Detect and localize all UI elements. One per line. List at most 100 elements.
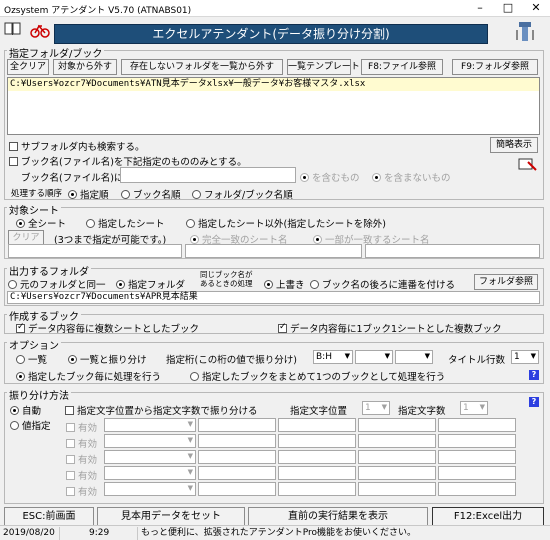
book-name-filter-checkbox[interactable]: ブック名(ファイル名)を下記指定のもののみとする。 (9, 154, 247, 168)
radio-dot[interactable] (121, 190, 130, 199)
minimize-button[interactable]: – (470, 0, 490, 16)
output-folder-path[interactable]: C:¥Users¥ozcr7¥Documents¥APR見本結果 (7, 291, 540, 304)
specified-folder-radio[interactable]: 指定フォルダ (116, 277, 185, 291)
method-value-input[interactable] (198, 418, 276, 432)
key-column-select[interactable]: B:H ▼ (313, 350, 353, 364)
same-as-source-radio[interactable]: 元のフォルダと同一 (8, 277, 106, 291)
sheet-name-input-1[interactable] (8, 244, 182, 258)
set-sample-data-button[interactable]: 見本用データをセット (97, 507, 245, 526)
order-specified-radio[interactable]: 指定順 (68, 187, 109, 201)
radio-dot[interactable] (16, 372, 25, 381)
method-value-input[interactable] (278, 482, 356, 496)
method-value-input[interactable] (438, 450, 516, 464)
include-subfolders-checkbox[interactable]: サブフォルダ内も検索する。 (9, 139, 145, 153)
f12-excel-output-button[interactable]: F12:Excel出力 (432, 507, 544, 526)
radio-dot[interactable] (190, 235, 199, 244)
method-row-select[interactable]: ▼ (104, 466, 196, 480)
method-value-input[interactable] (438, 434, 516, 448)
sheet-name-input-3[interactable] (365, 244, 540, 258)
enabled-checkbox[interactable]: 有効 (66, 420, 97, 434)
per-book-radio[interactable]: 指定したブック毎に処理を行う (16, 369, 161, 383)
eraser-icon[interactable] (516, 155, 538, 173)
enabled-checkbox[interactable]: 有効 (66, 436, 97, 450)
append-serial-radio[interactable]: ブック名の後ろに連番を付ける (310, 277, 455, 291)
method-value-input[interactable] (438, 482, 516, 496)
checkbox-box[interactable] (66, 455, 75, 464)
method-value-input[interactable] (198, 450, 276, 464)
overwrite-radio[interactable]: 上書き (264, 277, 305, 291)
not-contains-radio[interactable]: を含まないもの (372, 170, 451, 184)
method-help-icon[interactable]: ? (529, 397, 539, 407)
radio-dot[interactable] (313, 235, 322, 244)
radio-dot[interactable] (16, 219, 25, 228)
method-row-select[interactable]: ▼ (104, 434, 196, 448)
checkbox-box[interactable] (66, 423, 75, 432)
options-help-icon[interactable]: ? (529, 370, 539, 380)
method-value-input[interactable] (198, 482, 276, 496)
char-pos-select[interactable]: 1 ▼ (362, 401, 390, 415)
radio-dot[interactable] (8, 280, 17, 289)
esc-back-button[interactable]: ESC:前画面 (4, 507, 94, 526)
remove-missing-folders-button[interactable]: 存在しないフォルダを一覧から外す (121, 59, 283, 75)
remove-target-button[interactable]: 対象から外す (53, 59, 117, 75)
radio-dot[interactable] (68, 355, 77, 364)
method-value-input[interactable] (198, 466, 276, 480)
checkbox-box[interactable] (9, 157, 18, 166)
radio-dot[interactable] (300, 173, 309, 182)
book-icon[interactable] (4, 21, 22, 37)
simple-display-button[interactable]: 簡略表示 (490, 137, 538, 153)
one-sheet-checkbox[interactable]: データ内容毎に1ブック1シートとした複数ブック (278, 321, 502, 335)
method-value-input[interactable] (438, 466, 516, 480)
method-value-input[interactable] (358, 466, 436, 480)
method-value-input[interactable] (438, 418, 516, 432)
method-value-input[interactable] (278, 450, 356, 464)
radio-dot[interactable] (16, 355, 25, 364)
radio-dot[interactable] (116, 280, 125, 289)
all-sheets-radio[interactable]: 全シート (16, 216, 66, 230)
checkbox-box[interactable] (16, 322, 25, 333)
checkbox-box[interactable] (9, 142, 18, 151)
folder-book-list[interactable]: C:¥Users¥ozcr7¥Documents¥ATN見本データxlsx¥一般… (7, 77, 540, 135)
method-row-select[interactable]: ▼ (104, 418, 196, 432)
key-column-select-3[interactable]: ▼ (395, 350, 433, 364)
radio-dot[interactable] (372, 173, 381, 182)
order-book-radio[interactable]: ブック名順 (121, 187, 181, 201)
enabled-checkbox[interactable]: 有効 (66, 452, 97, 466)
order-folder-radio[interactable]: フォルダ/ブック名順 (192, 187, 293, 201)
enabled-checkbox[interactable]: 有効 (66, 468, 97, 482)
folder-book-list-row[interactable]: C:¥Users¥ozcr7¥Documents¥ATN見本データxlsx¥一般… (8, 78, 539, 91)
sheet-name-input-2[interactable] (185, 244, 362, 258)
book-name-input[interactable] (120, 167, 296, 183)
multi-sheet-checkbox[interactable]: データ内容毎に複数シートとしたブック (16, 321, 199, 335)
maximize-button[interactable]: □ (498, 0, 518, 16)
method-row-select[interactable]: ▼ (104, 482, 196, 496)
method-value-input[interactable] (358, 418, 436, 432)
list-template-button[interactable]: 一覧テンプレート (287, 59, 360, 75)
radio-dot[interactable] (10, 406, 19, 415)
fixed-pos-checkbox[interactable]: 指定文字位置から指定文字数で振り分ける (65, 403, 258, 417)
checkbox-box[interactable] (65, 406, 74, 415)
method-value-input[interactable] (358, 482, 436, 496)
checkbox-box[interactable] (278, 322, 287, 333)
radio-dot[interactable] (68, 190, 77, 199)
show-last-result-button[interactable]: 直前の実行結果を表示 (248, 507, 428, 526)
radio-dot[interactable] (264, 280, 273, 289)
checkbox-box[interactable] (66, 439, 75, 448)
title-rows-select[interactable]: 1 ▼ (511, 350, 539, 364)
radio-dot[interactable] (192, 190, 201, 199)
contains-radio[interactable]: を含むもの (300, 170, 360, 184)
char-count-select[interactable]: 1 ▼ (460, 401, 488, 415)
key-column-select-2[interactable]: ▼ (355, 350, 393, 364)
clear-all-button[interactable]: 全クリア (7, 59, 49, 75)
method-value-input[interactable] (198, 434, 276, 448)
list-radio[interactable]: 一覧 (16, 352, 47, 366)
auto-radio[interactable]: 自動 (10, 403, 41, 417)
except-sheet-radio[interactable]: 指定したシート以外(指定したシートを除外) (186, 216, 386, 230)
radio-dot[interactable] (310, 280, 319, 289)
radio-dot[interactable] (186, 219, 195, 228)
method-value-input[interactable] (358, 450, 436, 464)
method-value-input[interactable] (278, 418, 356, 432)
combine-books-radio[interactable]: 指定したブックをまとめて1つのブックとして処理を行う (190, 369, 445, 383)
f9-folder-browse-button[interactable]: F9:フォルダ参照 (452, 59, 538, 75)
method-value-input[interactable] (278, 466, 356, 480)
